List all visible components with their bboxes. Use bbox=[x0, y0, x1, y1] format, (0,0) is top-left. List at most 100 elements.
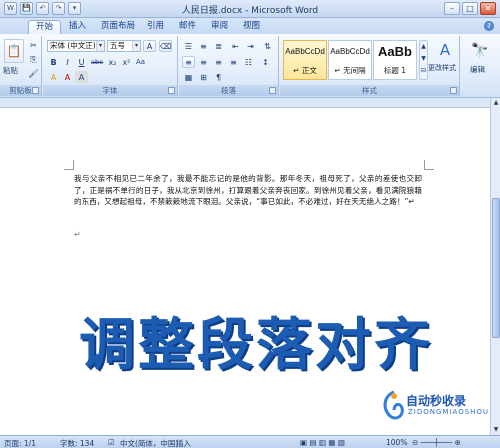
char-shading-button[interactable]: A bbox=[75, 71, 88, 83]
status-mode[interactable]: 插入 bbox=[176, 438, 191, 448]
tab-home[interactable]: 开始 bbox=[28, 20, 62, 34]
multilevel-list-icon[interactable]: ≣ bbox=[212, 40, 225, 52]
paragraph-group-label: 段落 bbox=[179, 85, 278, 96]
tab-insert[interactable]: 插入 bbox=[62, 20, 93, 34]
show-marks-icon[interactable]: ¶ bbox=[212, 71, 225, 83]
style-normal-name: ↵ 正文 bbox=[293, 66, 317, 75]
close-button[interactable]: ✕ bbox=[480, 2, 496, 15]
scroll-up-icon[interactable]: ▲ bbox=[492, 99, 500, 107]
style-heading-1-name: 标题 1 bbox=[383, 66, 407, 75]
tab-mailings[interactable]: 邮件 bbox=[172, 20, 203, 34]
editing-group: 🔭 编辑 bbox=[461, 36, 498, 96]
vertical-scrollbar[interactable]: ▲ ▼ bbox=[490, 98, 500, 435]
copy-icon[interactable]: ⎘ bbox=[27, 53, 40, 65]
bold-button[interactable]: B bbox=[47, 56, 60, 68]
shading-icon[interactable]: ▦ bbox=[182, 71, 195, 83]
distributed-icon[interactable]: ☷ bbox=[242, 56, 255, 68]
font-name-value: 宋体 (中文正) bbox=[50, 41, 96, 50]
chevron-down-icon[interactable]: ▾ bbox=[132, 41, 140, 51]
styles-group-label: 样式 bbox=[280, 85, 459, 96]
tab-review[interactable]: 审阅 bbox=[204, 20, 235, 34]
font-group: 宋体 (中文正) ▾ 五号 ▾ A ⌫ B I U abe x₂ x² Aa A… bbox=[43, 36, 178, 96]
bullets-icon[interactable]: ☰ bbox=[182, 40, 195, 52]
font-group-label: 字体 bbox=[43, 85, 177, 96]
font-name-combo[interactable]: 宋体 (中文正) ▾ bbox=[47, 40, 105, 52]
paste-label[interactable]: 粘贴 bbox=[3, 65, 18, 76]
clipboard-group: 📋 粘贴 ✂ ⎘ 🖌 剪贴板 bbox=[0, 36, 42, 96]
styles-scroll-icon[interactable]: ▲ ▼ ⊟ bbox=[419, 40, 428, 80]
strikethrough-button[interactable]: abe bbox=[90, 56, 103, 68]
cut-icon[interactable]: ✂ bbox=[27, 39, 40, 51]
chevron-down-icon[interactable]: ▾ bbox=[96, 41, 104, 51]
ribbon: 📋 粘贴 ✂ ⎘ 🖌 剪贴板 宋体 (中文正) ▾ 五号 ▾ A ⌫ B I U… bbox=[0, 34, 500, 98]
change-styles-label[interactable]: 更改样式 bbox=[428, 63, 456, 73]
window-title: 人民日报.docx - Microsoft Word bbox=[181, 6, 319, 16]
grow-font-icon[interactable]: A bbox=[143, 40, 156, 52]
style-heading-1-sample: AaBb bbox=[378, 44, 412, 59]
status-page[interactable]: 页面: 1/1 bbox=[4, 438, 36, 448]
maximize-button[interactable]: □ bbox=[462, 2, 478, 15]
status-word-count[interactable]: 字数: 134 bbox=[60, 438, 94, 448]
font-size-combo[interactable]: 五号 ▾ bbox=[107, 40, 141, 52]
view-buttons-icon[interactable]: ▣ ▤ ▥ ▦ ▧ bbox=[300, 438, 345, 447]
subscript-button[interactable]: x₂ bbox=[106, 56, 119, 68]
styles-launcher-icon[interactable] bbox=[450, 87, 457, 94]
paste-icon[interactable]: 📋 bbox=[4, 39, 24, 63]
format-painter-icon[interactable]: 🖌 bbox=[27, 67, 40, 79]
align-left-icon[interactable]: ≡ bbox=[182, 56, 195, 68]
minimize-button[interactable]: – bbox=[444, 2, 460, 15]
scroll-thumb[interactable] bbox=[492, 198, 500, 338]
styles-group: AaBbCcDd ↵ 正文 AaBbCcDd ↵ 无间隔 AaBb 标题 1 ▲… bbox=[280, 36, 460, 96]
tab-view[interactable]: 视图 bbox=[236, 20, 267, 34]
window-controls: – □ ✕ bbox=[444, 2, 496, 15]
logo-swirl-icon bbox=[383, 390, 404, 420]
paragraph-group: ☰ ≡ ≣ ⇤ ⇥ ⇅ ≡ ≡ ≡ ≡ ☷ ↕ ▦ ⊞ ¶ 段落 bbox=[179, 36, 279, 96]
style-no-spacing-name: ↵ 无间隔 bbox=[334, 66, 366, 75]
style-no-spacing-sample: AaBbCcDd bbox=[330, 47, 370, 56]
style-no-spacing[interactable]: AaBbCcDd ↵ 无间隔 bbox=[328, 40, 372, 80]
paragraph-launcher-icon[interactable] bbox=[269, 87, 276, 94]
font-color-button[interactable]: A bbox=[61, 71, 74, 83]
italic-button[interactable]: I bbox=[61, 56, 74, 68]
editing-label[interactable]: 编辑 bbox=[470, 64, 485, 75]
title-bar: W 💾 ↶ ↷ ▾ 人民日报.docx - Microsoft Word – □… bbox=[0, 0, 500, 18]
binoculars-icon[interactable]: 🔭 bbox=[470, 40, 490, 62]
status-zoom[interactable]: 100% bbox=[386, 438, 407, 447]
clipboard-launcher-icon[interactable] bbox=[32, 87, 39, 94]
logo-subtext: ZIDONGMIAOSHOU bbox=[408, 408, 490, 416]
numbering-icon[interactable]: ≡ bbox=[197, 40, 210, 52]
zoom-slider[interactable]: ⊖ ───┼─── ⊕ bbox=[412, 438, 461, 447]
body-paragraph[interactable]: 我与父亲不相见已二年余了，我最不能忘记的是他的背影。那年冬天，祖母死了，父亲的差… bbox=[74, 173, 422, 208]
tab-references[interactable]: 引用 bbox=[140, 20, 171, 34]
align-right-icon[interactable]: ≡ bbox=[212, 56, 225, 68]
style-normal[interactable]: AaBbCcDd ↵ 正文 bbox=[283, 40, 327, 80]
borders-icon[interactable]: ⊞ bbox=[197, 71, 210, 83]
change-case-button[interactable]: Aa bbox=[134, 56, 147, 68]
justify-icon[interactable]: ≡ bbox=[227, 56, 240, 68]
tab-page-layout[interactable]: 页面布局 bbox=[94, 20, 142, 34]
ruler[interactable] bbox=[0, 98, 500, 108]
paragraph-mark: ↵ bbox=[74, 230, 81, 239]
align-center-icon[interactable]: ≡ bbox=[197, 56, 210, 68]
sort-icon[interactable]: ⇅ bbox=[261, 40, 274, 52]
font-launcher-icon[interactable] bbox=[168, 87, 175, 94]
clear-format-icon[interactable]: ⌫ bbox=[159, 40, 172, 52]
document-canvas[interactable] bbox=[0, 108, 490, 435]
style-normal-sample: AaBbCcDd bbox=[285, 47, 325, 56]
change-styles-icon[interactable]: A bbox=[433, 38, 457, 62]
overlay-title: 调整段落对齐 bbox=[79, 313, 433, 378]
underline-button[interactable]: U bbox=[75, 56, 88, 68]
superscript-button[interactable]: x² bbox=[120, 56, 133, 68]
watermark-logo: 自动秒收录 ZIDONGMIAOSHOU bbox=[378, 388, 493, 426]
status-language-icon[interactable]: ☑ bbox=[108, 438, 115, 447]
style-heading-1[interactable]: AaBb 标题 1 bbox=[373, 40, 417, 80]
line-spacing-icon[interactable]: ↕ bbox=[259, 56, 272, 68]
logo-text: 自动秒收录 bbox=[406, 394, 467, 408]
highlight-button[interactable]: A bbox=[47, 71, 60, 83]
increase-indent-icon[interactable]: ⇥ bbox=[244, 40, 257, 52]
status-language[interactable]: 中文(简体，中国) bbox=[120, 438, 178, 448]
scroll-down-icon[interactable]: ▼ bbox=[492, 426, 500, 434]
ribbon-tabs: 开始 插入 页面布局 引用 邮件 审阅 视图 ? bbox=[0, 18, 500, 34]
help-icon[interactable]: ? bbox=[484, 21, 494, 31]
decrease-indent-icon[interactable]: ⇤ bbox=[229, 40, 242, 52]
